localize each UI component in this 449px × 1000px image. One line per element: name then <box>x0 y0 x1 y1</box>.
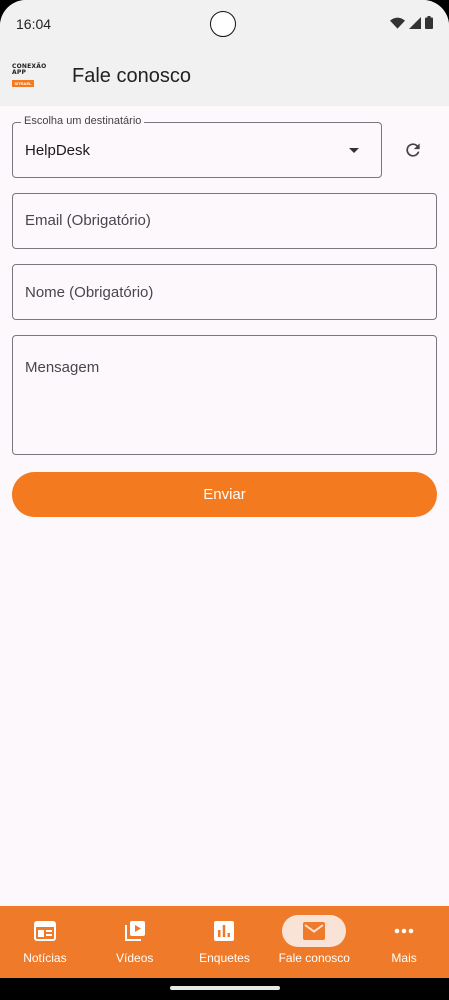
email-placeholder: Email (Obrigatório) <box>25 212 151 229</box>
cellular-signal-icon <box>409 16 421 29</box>
email-field[interactable]: Email (Obrigatório) <box>12 193 437 249</box>
nav-label: Enquetes <box>199 951 250 965</box>
message-placeholder: Mensagem <box>25 359 100 376</box>
nav-label: Mais <box>391 951 417 965</box>
nav-item-noticias[interactable]: Notícias <box>0 906 90 978</box>
status-bar: 16:04 <box>0 0 449 50</box>
app-logo: CONEXÃO APP SITRAEL <box>12 64 46 92</box>
video-library-icon <box>124 921 145 941</box>
recipient-select-value: HelpDesk <box>25 142 91 159</box>
logo-badge: SITRAEL <box>12 80 34 87</box>
newspaper-icon <box>33 921 56 941</box>
nav-label: Vídeos <box>116 951 154 965</box>
status-time: 16:04 <box>16 16 52 32</box>
name-field[interactable]: Nome (Obrigatório) <box>12 264 437 320</box>
nav-icon-container <box>192 915 256 947</box>
mail-icon <box>303 922 326 940</box>
refresh-icon <box>406 143 420 157</box>
battery-icon <box>425 16 433 29</box>
bottom-nav: Notícias Vídeos Enquetes Fale conosco Ma… <box>0 906 449 978</box>
screen: 16:04 CONEXÃO APP SITRAEL Fale conosco E… <box>0 0 449 978</box>
poll-icon <box>214 921 235 941</box>
dropdown-arrow-icon <box>349 148 359 153</box>
nav-item-fale-conosco[interactable]: Fale conosco <box>269 906 359 978</box>
nav-item-videos[interactable]: Vídeos <box>90 906 180 978</box>
logo-text-line2: APP <box>12 69 27 76</box>
page-title: Fale conosco <box>72 65 191 87</box>
recipient-select[interactable]: Escolha um destinatário HelpDesk <box>12 115 382 178</box>
status-icons <box>390 16 433 29</box>
wifi-icon <box>390 17 405 29</box>
recipient-select-label: Escolha um destinatário <box>21 115 145 127</box>
more-horizontal-icon <box>394 928 414 934</box>
nav-icon-container <box>13 915 77 947</box>
phone-frame: 16:04 CONEXÃO APP SITRAEL Fale conosco E… <box>0 0 449 1000</box>
refresh-button[interactable] <box>396 133 430 167</box>
nav-icon-container <box>372 915 436 947</box>
front-camera <box>210 11 236 37</box>
nav-item-enquetes[interactable]: Enquetes <box>180 906 270 978</box>
nav-label: Notícias <box>23 951 67 965</box>
nav-icon-container <box>282 915 347 947</box>
home-indicator[interactable] <box>170 986 280 990</box>
nav-item-mais[interactable]: Mais <box>359 906 449 978</box>
nav-label: Fale conosco <box>278 951 350 965</box>
message-field[interactable]: Mensagem <box>12 335 437 455</box>
send-button[interactable]: Enviar <box>12 472 437 517</box>
name-placeholder: Nome (Obrigatório) <box>25 284 154 301</box>
nav-icon-container <box>103 915 167 947</box>
app-bar: CONEXÃO APP SITRAEL Fale conosco <box>0 50 449 106</box>
